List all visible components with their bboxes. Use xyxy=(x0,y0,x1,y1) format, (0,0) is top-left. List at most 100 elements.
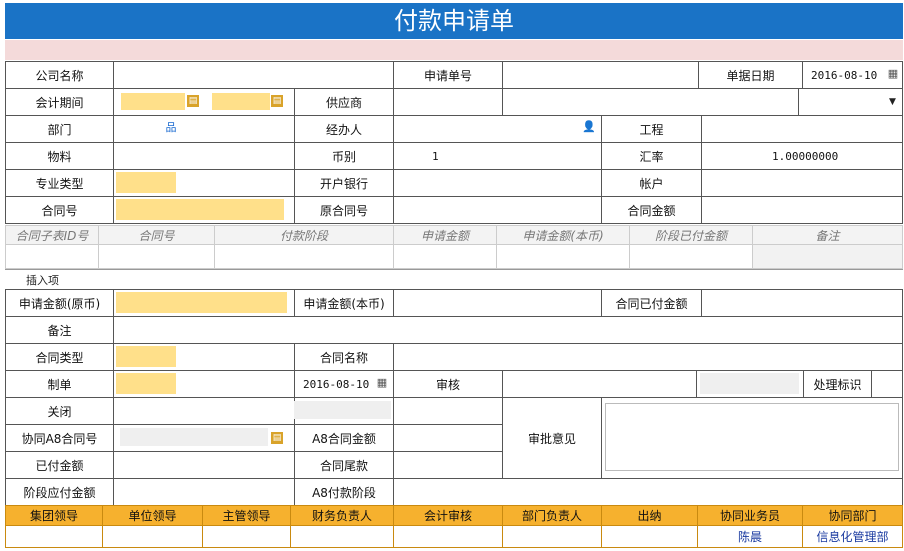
a8-pay-stage-field[interactable] xyxy=(393,478,903,506)
close-extra-field-2[interactable] xyxy=(393,397,503,425)
sig-value-dept-head[interactable] xyxy=(502,525,602,548)
sig-header-collab-dept: 协同部门 xyxy=(802,505,903,526)
contract-paid-field[interactable] xyxy=(701,289,903,317)
period-end-input[interactable] xyxy=(212,93,270,110)
dept-field[interactable] xyxy=(113,115,295,143)
period-end-picker-icon[interactable]: ▤ xyxy=(271,95,283,107)
sig-header-dept-head: 部门负责人 xyxy=(502,505,602,526)
insert-row-link[interactable]: 插入项 xyxy=(26,272,59,288)
a8-contract-no-input[interactable] xyxy=(120,428,268,446)
form-title: 付款申请单 xyxy=(5,3,903,39)
supplier-label: 供应商 xyxy=(294,88,394,116)
a8-contract-picker-icon[interactable]: ▤ xyxy=(271,432,283,444)
sig-value-cashier[interactable] xyxy=(601,525,698,548)
sig-value-accounting-review[interactable] xyxy=(393,525,503,548)
rate-value: 1.00000000 xyxy=(772,149,839,163)
process-flag-label: 处理标识 xyxy=(803,370,872,398)
contract-amount-label: 合同金额 xyxy=(601,196,702,224)
contract-no-label: 合同号 xyxy=(5,196,114,224)
paid-amount-field[interactable] xyxy=(113,451,295,479)
grid-cell-remark[interactable] xyxy=(752,244,903,269)
request-no-label: 申请单号 xyxy=(393,61,503,89)
project-field[interactable] xyxy=(701,115,903,143)
apply-amount-orig-label: 申请金额(原币) xyxy=(5,289,114,317)
maker-input[interactable] xyxy=(116,373,176,394)
apply-amount-orig-input[interactable] xyxy=(116,292,287,313)
account-field[interactable] xyxy=(701,169,903,197)
doc-date-value: 2016-08-10 xyxy=(811,68,878,82)
grid-col-pay-stage: 付款阶段 xyxy=(214,225,394,245)
remark-field[interactable] xyxy=(113,316,903,344)
material-label: 物料 xyxy=(5,142,114,170)
grid-cell[interactable] xyxy=(98,244,215,269)
rate-field[interactable]: 1.00000000 xyxy=(701,142,903,170)
close-field[interactable] xyxy=(113,397,295,425)
period-start-picker-icon[interactable]: ▤ xyxy=(187,95,199,107)
org-icon[interactable]: 品 xyxy=(164,122,178,134)
a8-contract-amount-field[interactable] xyxy=(393,424,503,452)
sig-value-collab-staff[interactable]: 陈晨 xyxy=(697,525,803,548)
approval-opinion-textarea[interactable] xyxy=(605,403,899,471)
grid-col-apply-amount-local: 申请金额(本币) xyxy=(496,225,630,245)
handler-label: 经办人 xyxy=(294,115,394,143)
review-date-input[interactable] xyxy=(700,373,799,394)
sig-value-collab-dept[interactable]: 信息化管理部 xyxy=(802,525,903,548)
material-field[interactable] xyxy=(113,142,295,170)
grid-cell[interactable] xyxy=(5,244,99,269)
contract-name-field[interactable] xyxy=(393,343,903,371)
company-name-label: 公司名称 xyxy=(5,61,114,89)
sig-value-supervisor[interactable] xyxy=(202,525,291,548)
contract-amount-field[interactable] xyxy=(701,196,903,224)
user-icon[interactable]: 👤 xyxy=(582,121,596,133)
grid-cell[interactable] xyxy=(214,244,394,269)
apply-amount-local-field[interactable] xyxy=(393,289,602,317)
contract-tail-field[interactable] xyxy=(393,451,503,479)
contract-paid-label: 合同已付金额 xyxy=(601,289,702,317)
grid-cell[interactable] xyxy=(496,244,630,269)
process-flag-field[interactable] xyxy=(871,370,903,398)
calendar-icon[interactable]: ▦ xyxy=(886,68,900,80)
chevron-down-icon[interactable]: ▼ xyxy=(889,97,896,107)
paid-amount-label: 已付金额 xyxy=(5,451,114,479)
sig-value-group-leader[interactable] xyxy=(5,525,103,548)
contract-type-input[interactable] xyxy=(116,346,176,367)
prof-type-input[interactable] xyxy=(116,172,176,193)
sig-value-unit-leader[interactable] xyxy=(102,525,203,548)
request-no-field[interactable] xyxy=(502,61,699,89)
supplier-select[interactable] xyxy=(798,88,903,116)
a8-contract-amount-label: A8合同金额 xyxy=(294,424,394,452)
stage-payable-field[interactable] xyxy=(113,478,295,506)
sig-header-supervisor: 主管领导 xyxy=(202,505,291,526)
handler-field[interactable] xyxy=(393,115,602,143)
sig-header-unit-leader: 单位领导 xyxy=(102,505,203,526)
grid-cell[interactable] xyxy=(393,244,497,269)
stage-payable-label: 阶段应付金额 xyxy=(5,478,114,506)
review-label: 审核 xyxy=(393,370,503,398)
supplier-name-field[interactable] xyxy=(502,88,799,116)
contract-name-label: 合同名称 xyxy=(294,343,394,371)
close-extra-input[interactable] xyxy=(294,401,391,419)
currency-field[interactable]: 1 xyxy=(393,142,602,170)
approval-opinion-label: 审批意见 xyxy=(502,397,602,479)
grid-cell[interactable] xyxy=(629,244,753,269)
doc-date-label: 单据日期 xyxy=(698,61,803,89)
close-label: 关闭 xyxy=(5,397,114,425)
sig-value-finance-head[interactable] xyxy=(290,525,394,548)
maker-calendar-icon[interactable]: ▦ xyxy=(375,377,389,389)
rate-label: 汇率 xyxy=(601,142,702,170)
grid-col-sub-id: 合同子表ID号 xyxy=(5,225,99,245)
account-label: 帐户 xyxy=(601,169,702,197)
remark-label: 备注 xyxy=(5,316,114,344)
period-start-input[interactable] xyxy=(121,93,185,110)
dept-label: 部门 xyxy=(5,115,114,143)
a8-pay-stage-label: A8付款阶段 xyxy=(294,478,394,506)
orig-contract-field[interactable] xyxy=(393,196,602,224)
contract-no-input[interactable] xyxy=(116,199,284,220)
maker-date-value: 2016-08-10 xyxy=(303,377,370,391)
grid-col-remark: 备注 xyxy=(752,225,903,245)
company-name-field[interactable] xyxy=(113,61,394,89)
project-label: 工程 xyxy=(601,115,702,143)
review-field[interactable] xyxy=(502,370,697,398)
bank-field[interactable] xyxy=(393,169,602,197)
supplier-code-field[interactable] xyxy=(393,88,503,116)
